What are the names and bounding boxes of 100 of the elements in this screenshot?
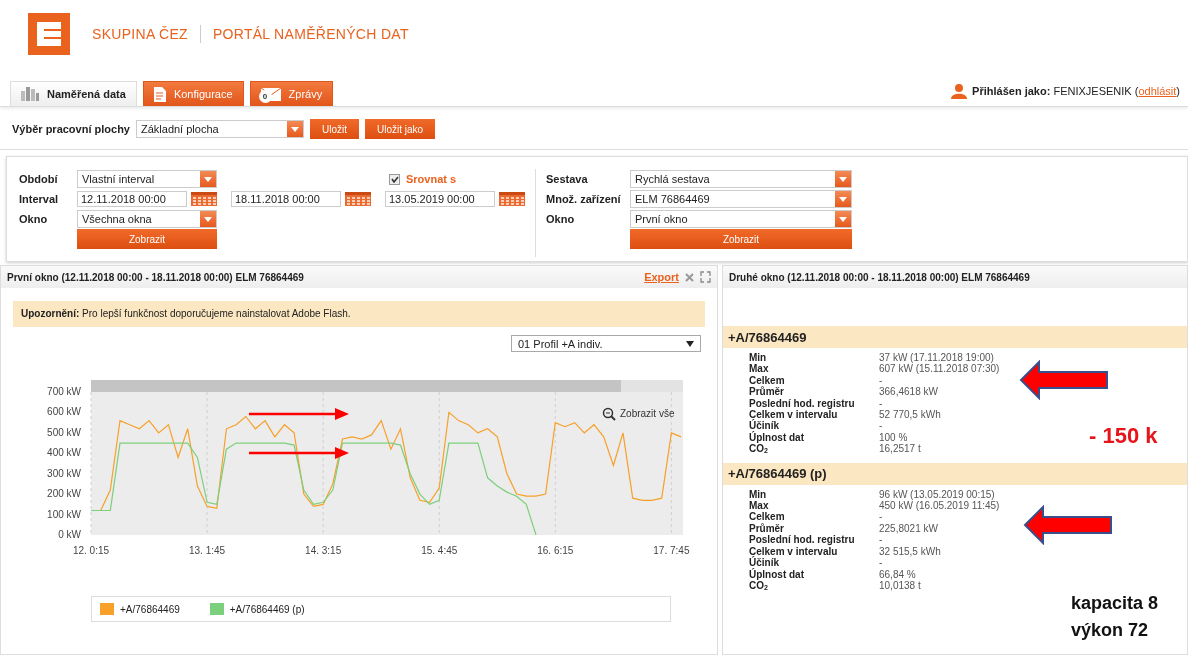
profile-dropdown[interactable]: 01 Profil +A indiv. — [511, 335, 701, 352]
portal-title: PORTÁL NAMĚŘENÝCH DAT — [212, 26, 409, 42]
caret-icon — [287, 121, 303, 137]
group-header: +A/76864469 (p) — [723, 462, 1187, 485]
calendar-icon[interactable] — [345, 192, 371, 206]
y-axis-label: 100 kW — [47, 508, 81, 520]
stat-value: - — [879, 397, 883, 410]
caret-icon — [835, 211, 851, 227]
stat-label: Účiník — [749, 420, 779, 432]
y-axis-label: 700 kW — [47, 386, 81, 397]
panel-title: První okno (12.11.2018 00:00 - 18.11.2018 00:00) ELM 76864469 — [7, 271, 304, 283]
logout-link[interactable]: odhlásit — [1138, 85, 1177, 97]
zoom-reset-button[interactable]: Zobrazit vše — [602, 407, 675, 421]
save-button[interactable]: Uložit — [310, 119, 359, 139]
tab[interactable]: Naměřená data — [10, 81, 137, 106]
x-axis-label: 16. 6:15 — [537, 545, 574, 556]
stat-label: Úplnost dat — [749, 568, 804, 580]
stat-value: - — [879, 374, 883, 387]
stat-value: 100 % — [879, 431, 908, 444]
stat-value: 52 770,5 kWh — [879, 409, 941, 421]
caret-icon — [686, 340, 694, 347]
legend-label: +A/76864469 — [120, 603, 180, 615]
caret-icon — [200, 171, 216, 187]
stat-value: 450 kW (16.05.2019 11:45) — [879, 500, 1000, 512]
stat-label: Max — [749, 363, 769, 375]
tab[interactable]: 0 Zprávy — [249, 81, 334, 106]
stat-value: 366,4618 kW — [879, 386, 938, 398]
checkbox-label: Srovnat s — [406, 173, 457, 185]
show-button[interactable]: Zobrazit — [77, 229, 217, 249]
stat-value: - — [879, 511, 883, 523]
stat-label: Celkem — [749, 511, 785, 523]
y-axis-label: 600 kW — [47, 406, 81, 418]
calendar-icon[interactable] — [499, 192, 525, 206]
field-label: Množ. zařízení — [546, 193, 622, 205]
stat-value: 96 kW (13.05.2019 00:15) — [879, 488, 995, 501]
stat-value: 66,84 % — [879, 568, 916, 580]
stat-label: Účiník — [749, 557, 779, 569]
save-button[interactable]: Uložit jako — [365, 119, 436, 139]
stat-label: Průměr — [749, 386, 784, 398]
stat-value: 16,2517 t — [879, 443, 921, 455]
user-icon — [951, 83, 968, 99]
field-label: Interval — [19, 193, 60, 205]
stat-label: Celkem v intervalu — [749, 409, 838, 421]
field-label: Okno — [546, 213, 576, 225]
legend-label: +A/76864469 (p) — [229, 603, 305, 615]
dropdown[interactable]: Základní plocha — [136, 120, 304, 138]
x-axis-label: 15. 4:45 — [421, 545, 458, 556]
x-axis-label: 13. 1:45 — [189, 545, 226, 556]
stat-label: Min — [749, 488, 767, 501]
y-axis-label: 500 kW — [47, 426, 81, 438]
warning-message: Upozornění: Pro lepší funkčnost doporučujeme nainstalovat Adobe Flash. — [13, 301, 705, 327]
y-axis-label: 200 kW — [47, 488, 81, 500]
stat-value: 607 kW (15.11.2018 07:30) — [879, 363, 1000, 375]
stat-value: - — [879, 420, 883, 432]
navigator-handle[interactable] — [91, 380, 621, 392]
annotation-text: výkon 72 — [1071, 620, 1149, 641]
stat-value: - — [879, 557, 883, 569]
stat-value: 225,8021 kW — [879, 522, 938, 535]
document-icon — [153, 86, 166, 102]
stat-value: 37 kW (17.11.2018 19:00) — [879, 352, 994, 364]
stat-label: Min — [749, 352, 767, 364]
y-axis-label: 300 kW — [47, 467, 81, 479]
dropdown[interactable]: Rychlá sestava — [630, 170, 852, 188]
date-field[interactable]: 18.11.2018 00:00 — [231, 191, 341, 207]
close-icon[interactable] — [685, 272, 694, 282]
date-field[interactable]: 12.11.2018 00:00 — [77, 191, 187, 207]
checkbox[interactable] — [389, 173, 400, 185]
stat-label: CO$_{2}$ — [749, 443, 768, 455]
group-header: +A/76864469 — [723, 326, 1187, 348]
x-axis-label: 17. 7:45 — [653, 545, 690, 556]
field-label: Výběr pracovní plochy — [12, 123, 130, 135]
stat-label: Průměr — [749, 522, 784, 535]
dropdown[interactable]: Vlastní interval — [77, 170, 217, 188]
show-button[interactable]: Zobrazit — [630, 229, 852, 249]
stat-label: CO$_{2}$ — [749, 579, 768, 592]
field-label: Sestava — [546, 173, 589, 185]
caret-icon — [835, 171, 851, 187]
stat-value: 32 515,5 kWh — [879, 545, 941, 558]
dropdown[interactable]: Všechna okna — [77, 210, 217, 228]
dropdown[interactable]: ELM 76864469 — [630, 190, 852, 208]
expand-icon[interactable] — [700, 271, 711, 283]
stat-label: Celkem — [749, 374, 785, 386]
field-label: Období — [19, 173, 59, 185]
stat-label: Úplnost dat — [749, 431, 804, 444]
stat-label: Poslední hod. registru — [749, 397, 855, 410]
dropdown[interactable]: První okno — [630, 210, 852, 228]
annotation-text: kapacita 8 — [1071, 593, 1159, 614]
calendar-icon[interactable] — [191, 192, 217, 206]
panel-title: Druhé okno (12.11.2018 00:00 - 18.11.2018 00:00) ELM 76864469 — [729, 271, 1030, 283]
x-axis-label: 12. 0:15 — [72, 545, 110, 556]
annotation-text: - 150 k — [1089, 423, 1158, 449]
logo-icon — [28, 13, 70, 55]
field-label: Okno — [19, 213, 49, 225]
stat-value: - — [879, 534, 883, 546]
caret-icon — [200, 211, 216, 227]
y-axis-label: 0 kW — [58, 529, 81, 540]
stat-label: Max — [749, 500, 769, 512]
brand-name: SKUPINA ČEZ — [92, 26, 188, 42]
y-axis-label: 400 kW — [47, 447, 81, 459]
date-field[interactable]: 13.05.2019 00:00 — [385, 191, 495, 207]
